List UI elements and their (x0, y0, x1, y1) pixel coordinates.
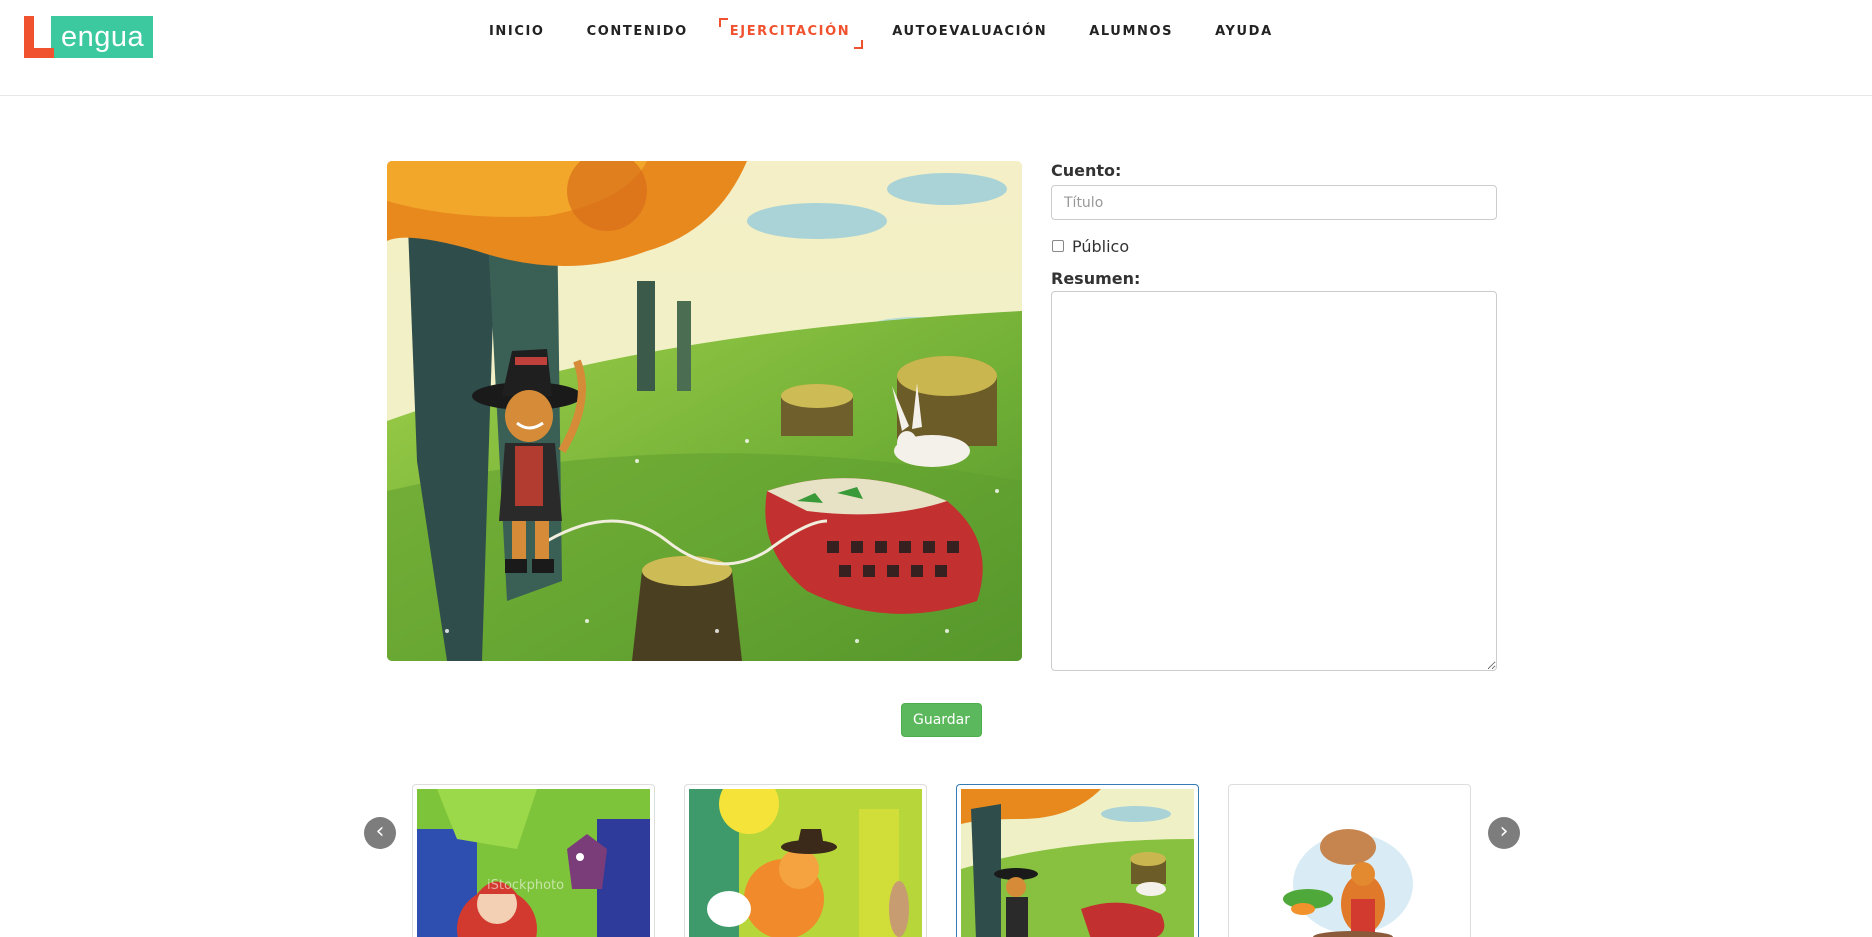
chevron-left-icon[interactable]: ‹ (364, 817, 396, 849)
save-button[interactable]: Guardar (901, 703, 982, 737)
titulo-input[interactable] (1051, 185, 1497, 220)
thumb-puss-in-boots-forest[interactable] (684, 784, 927, 937)
active-bracket-top-left (718, 18, 728, 27)
nav-item-inicio[interactable]: INICIO (468, 0, 566, 64)
thumb-red-riding-hood[interactable]: iStockphoto (412, 784, 655, 937)
cuento-label: Cuento: (1051, 161, 1122, 180)
publico-checkbox[interactable] (1052, 240, 1064, 252)
brand-logo[interactable]: engua (24, 16, 154, 58)
puss-in-boots-illustration (387, 161, 1022, 661)
puss-in-boots-forest-illustration (689, 789, 922, 937)
publico-checkbox-row[interactable]: Público (1051, 236, 1498, 256)
red-riding-hood-illustration: iStockphoto (417, 789, 650, 937)
main-nav: INICIO CONTENIDO EJERCITACIÓN AUTOEVALUA… (468, 0, 1294, 64)
chevron-right-icon[interactable]: › (1488, 817, 1520, 849)
story-illustration (387, 161, 1022, 661)
nav-item-autoevaluacion[interactable]: AUTOEVALUACIÓN (871, 0, 1068, 64)
character-with-sack-illustration (1233, 789, 1466, 937)
logo-word: engua (51, 16, 154, 58)
story-form: Cuento: Público Resumen: (1051, 161, 1498, 671)
resumen-textarea[interactable] (1051, 291, 1497, 671)
top-header: engua INICIO CONTENIDO EJERCITACIÓN AUTO… (0, 0, 1872, 96)
thumb-character-with-sack[interactable] (1228, 784, 1471, 937)
nav-item-contenido[interactable]: CONTENIDO (566, 0, 709, 64)
nav-item-alumnos[interactable]: ALUMNOS (1068, 0, 1194, 64)
active-bracket-bottom-right (854, 40, 864, 49)
nav-item-ejercitacion[interactable]: EJERCITACIÓN (709, 0, 871, 64)
logo-letter-mark (24, 16, 54, 58)
stock-watermark: iStockphoto (487, 878, 564, 893)
puss-in-boots-rabbit-illustration (961, 789, 1194, 937)
resumen-label: Resumen: (1051, 269, 1141, 288)
thumb-puss-in-boots-rabbit[interactable] (956, 784, 1199, 937)
publico-label: Público (1072, 236, 1130, 256)
nav-item-ayuda[interactable]: AYUDA (1194, 0, 1294, 64)
nav-item-ejercitacion-label: EJERCITACIÓN (729, 24, 851, 39)
